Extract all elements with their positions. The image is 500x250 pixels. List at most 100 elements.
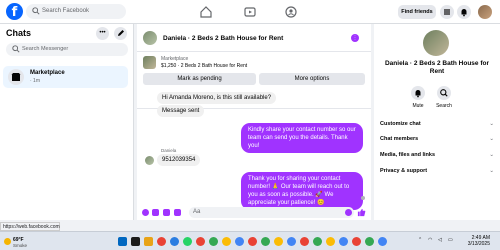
chevron-down-icon: ⌄ bbox=[489, 121, 494, 127]
search-in-conversation-button[interactable] bbox=[437, 86, 451, 100]
mark-as-pending-button[interactable]: Mark as pending bbox=[143, 73, 256, 85]
menu-grid-button[interactable] bbox=[440, 5, 454, 19]
conversation-header: Daniela · 2 Beds 2 Bath House for Rent ⋮ bbox=[137, 24, 371, 52]
chrome-profile-icon[interactable] bbox=[209, 237, 218, 246]
home-icon[interactable] bbox=[199, 5, 213, 19]
bell-icon bbox=[461, 9, 467, 17]
bell-icon bbox=[415, 90, 421, 98]
chrome-profile-icon[interactable] bbox=[235, 237, 244, 246]
thumbs-up-icon[interactable] bbox=[357, 208, 366, 217]
section-label: Media, files and links bbox=[380, 152, 436, 158]
start-icon[interactable] bbox=[118, 237, 127, 246]
message-incoming: Message sent bbox=[157, 105, 205, 117]
more-actions-icon[interactable] bbox=[142, 209, 149, 216]
image-icon[interactable] bbox=[152, 209, 159, 216]
battery-icon[interactable]: ▭ bbox=[448, 237, 453, 243]
search-placeholder: Search Facebook bbox=[42, 8, 90, 14]
sender-avatar bbox=[145, 156, 154, 165]
chrome-icon[interactable] bbox=[157, 237, 166, 246]
clock-date: 3/13/2025 bbox=[467, 241, 490, 247]
more-icon: ••• bbox=[99, 30, 106, 36]
chrome-profile-icon[interactable] bbox=[274, 237, 283, 246]
chrome-profile-icon[interactable] bbox=[352, 237, 361, 246]
search-icon bbox=[440, 89, 448, 97]
listing-source-label: Marketplace bbox=[161, 56, 189, 62]
sun-icon bbox=[4, 238, 11, 245]
message-incoming: Hi Amanda Moreno, is this still availabl… bbox=[157, 92, 277, 104]
edge-icon[interactable] bbox=[170, 237, 179, 246]
file-explorer-icon[interactable] bbox=[144, 237, 153, 246]
section-label: Customize chat bbox=[380, 121, 421, 127]
seen-indicator bbox=[361, 196, 365, 200]
chrome-profile-icon[interactable] bbox=[287, 237, 296, 246]
chrome-profile-icon[interactable] bbox=[248, 237, 257, 246]
chat-list-item-marketplace[interactable]: Marketplace · 1m bbox=[3, 66, 128, 88]
search-label: Search bbox=[436, 103, 452, 109]
chrome-profile-icon[interactable] bbox=[313, 237, 322, 246]
more-options-button[interactable]: More options bbox=[259, 73, 365, 85]
chevron-down-icon: ⌄ bbox=[489, 168, 494, 174]
profile-avatar[interactable] bbox=[478, 5, 492, 19]
media-files-links-section[interactable]: Media, files and links ⌄ bbox=[380, 152, 494, 158]
chat-members-section[interactable]: Chat members ⌄ bbox=[380, 136, 494, 142]
message-outgoing: Kindly share your contact number so our … bbox=[241, 123, 363, 153]
tray-overflow-icon[interactable]: ⌃ bbox=[418, 237, 422, 243]
info-avatar[interactable] bbox=[423, 30, 449, 56]
weather-widget[interactable]: 69°F Smoke bbox=[4, 235, 34, 248]
messenger-search-input[interactable]: Search Messenger bbox=[6, 43, 128, 56]
chat-list-item-time: · 1m bbox=[30, 78, 40, 84]
chat-list-item-name: Marketplace bbox=[30, 70, 65, 76]
system-clock[interactable]: 2:49 AM 3/13/2025 bbox=[462, 235, 490, 247]
chats-title: Chats bbox=[6, 28, 32, 38]
chrome-profile-icon[interactable] bbox=[196, 237, 205, 246]
grid-icon bbox=[444, 9, 450, 15]
sticker-icon[interactable] bbox=[163, 209, 170, 216]
options-button[interactable]: ••• bbox=[96, 27, 109, 40]
customize-chat-section[interactable]: Customize chat ⌄ bbox=[380, 121, 494, 127]
marketplace-icon bbox=[8, 69, 24, 85]
listing-price[interactable]: $1,250 · 2 Beds 2 Bath House for Rent bbox=[161, 63, 247, 69]
emoji-icon[interactable] bbox=[345, 209, 352, 216]
more-icon: ⋮ bbox=[352, 35, 358, 41]
conversation-title[interactable]: Daniela · 2 Beds 2 Bath House for Rent bbox=[163, 35, 283, 42]
message-input[interactable]: Aa bbox=[189, 207, 354, 218]
chevron-down-icon: ⌄ bbox=[489, 136, 494, 142]
wifi-icon[interactable]: ◠ bbox=[428, 237, 432, 243]
chrome-profile-icon[interactable] bbox=[365, 237, 374, 246]
volume-icon[interactable]: ◁ bbox=[438, 237, 442, 243]
contact-avatar[interactable] bbox=[143, 31, 157, 45]
whatsapp-icon[interactable] bbox=[183, 237, 192, 246]
chrome-profile-icon[interactable] bbox=[378, 237, 387, 246]
gif-icon[interactable] bbox=[174, 209, 181, 216]
mute-button[interactable] bbox=[411, 86, 425, 100]
listing-thumbnail[interactable] bbox=[143, 56, 156, 69]
chats-sidebar: Chats ••• Search Messenger Marketplace ·… bbox=[0, 24, 134, 220]
video-icon[interactable] bbox=[243, 5, 257, 19]
chrome-profile-icon[interactable] bbox=[326, 237, 335, 246]
message-outgoing: Thank you for sharing your contact numbe… bbox=[241, 172, 363, 210]
windows-taskbar: 69°F Smoke ⌃ ◠ ◁ ▭ 2:49 AM 3/13/2025 bbox=[0, 231, 500, 250]
groups-icon[interactable] bbox=[284, 5, 298, 19]
top-navigation-bar: f Search Facebook Find friends bbox=[0, 0, 500, 24]
new-message-button[interactable] bbox=[114, 27, 127, 40]
mute-label: Mute bbox=[412, 103, 424, 109]
conversation-info-panel: Daniela · 2 Beds 2 Bath House for Rent M… bbox=[374, 24, 500, 220]
messenger-search-placeholder: Search Messenger bbox=[22, 46, 69, 52]
weather-description: Smoke bbox=[13, 243, 28, 248]
notifications-button[interactable] bbox=[457, 5, 471, 19]
privacy-support-section[interactable]: Privacy & support ⌄ bbox=[380, 168, 494, 174]
status-url-tooltip: https://web.facebook.com bbox=[0, 222, 60, 231]
section-label: Privacy & support bbox=[380, 168, 428, 174]
task-view-icon[interactable] bbox=[131, 237, 140, 246]
search-icon bbox=[32, 7, 40, 15]
facebook-logo[interactable]: f bbox=[6, 3, 23, 20]
chrome-profile-icon[interactable] bbox=[300, 237, 309, 246]
find-friends-button[interactable]: Find friends bbox=[398, 5, 436, 19]
conversation-info-button[interactable]: ⋮ bbox=[351, 34, 359, 42]
conversation-pane: Daniela · 2 Beds 2 Bath House for Rent ⋮… bbox=[137, 24, 371, 220]
search-icon bbox=[12, 45, 20, 53]
chrome-profile-icon[interactable] bbox=[339, 237, 348, 246]
chrome-profile-icon[interactable] bbox=[222, 237, 231, 246]
facebook-search-input[interactable]: Search Facebook bbox=[26, 4, 126, 19]
chrome-profile-icon[interactable] bbox=[261, 237, 270, 246]
